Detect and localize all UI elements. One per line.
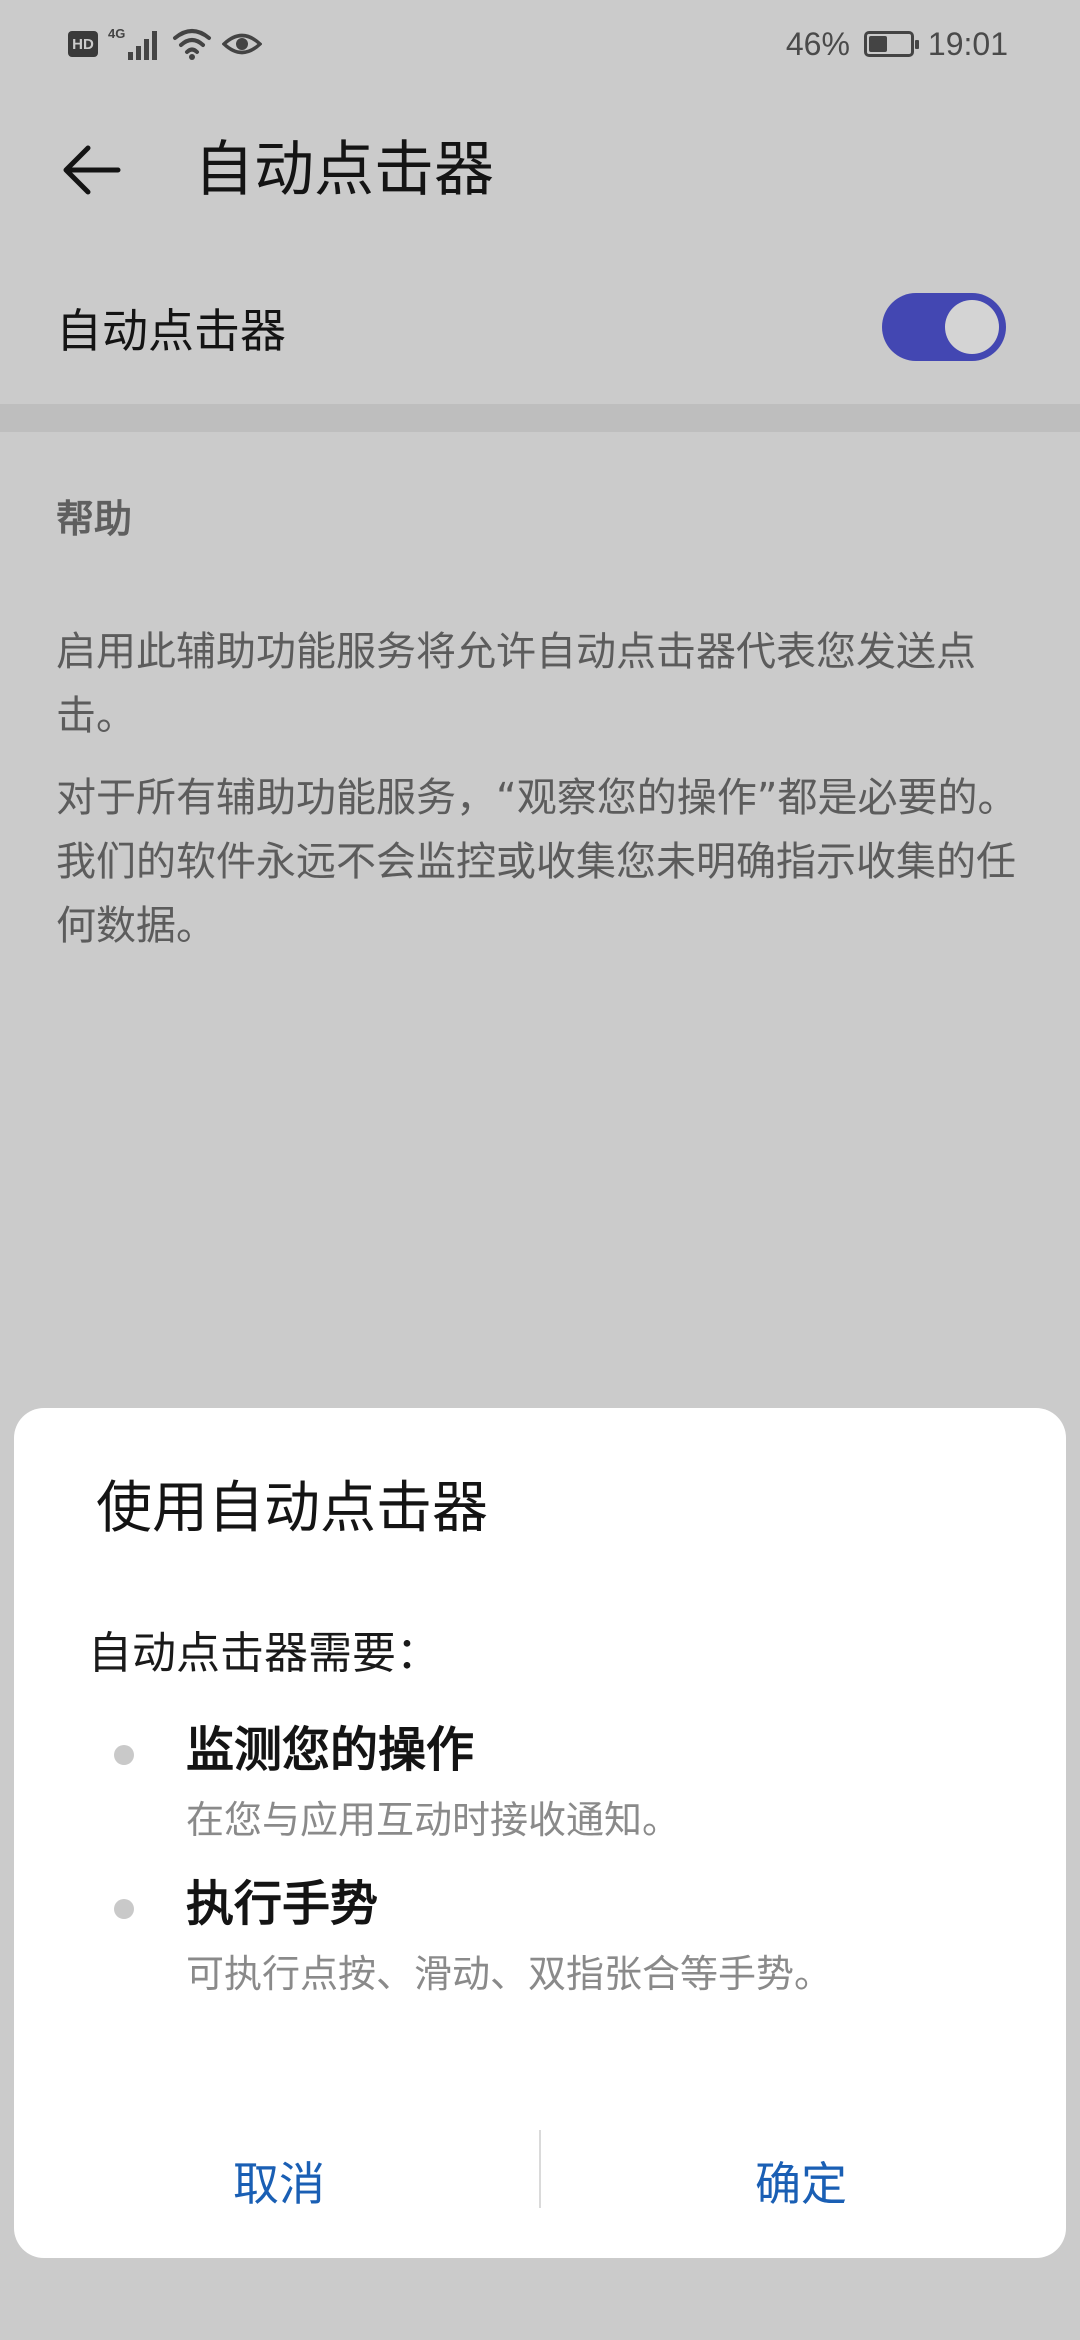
battery-level-fill bbox=[868, 36, 887, 52]
status-bar-left: HD 4G bbox=[68, 24, 262, 64]
section-divider bbox=[0, 404, 1080, 432]
dialog-actions: 取消 确定 bbox=[14, 2118, 1066, 2244]
back-button[interactable] bbox=[52, 130, 132, 210]
confirm-button[interactable]: 确定 bbox=[546, 2118, 1056, 2244]
help-header: 帮助 bbox=[56, 497, 133, 541]
arrow-left-icon bbox=[63, 145, 121, 195]
dialog-title: 使用自动点击器 bbox=[96, 1476, 488, 1541]
top-app-bar: 自动点击器 bbox=[0, 110, 1080, 230]
help-paragraph-2: 对于所有辅助功能服务，“观察您的操作”都是必要的。我们的软件永远不会监控或收集您… bbox=[56, 775, 1018, 949]
status-bar: HD 4G 46% 19:01 bbox=[0, 0, 1080, 90]
permission-title: 监测您的操作 bbox=[186, 1722, 475, 1778]
bullet-icon bbox=[114, 1899, 134, 1919]
switch-knob bbox=[945, 300, 999, 354]
service-toggle-label: 自动点击器 bbox=[56, 304, 286, 358]
service-toggle-row[interactable]: 自动点击器 bbox=[0, 270, 1080, 400]
battery-percent: 46% bbox=[785, 25, 850, 62]
wifi-icon bbox=[173, 29, 211, 60]
permission-description: 在您与应用互动时接收通知。 bbox=[186, 1798, 681, 1842]
permission-title: 执行手势 bbox=[186, 1876, 379, 1932]
eye-icon bbox=[222, 33, 262, 55]
clock: 19:01 bbox=[927, 25, 1008, 62]
network-type-text: 4G bbox=[108, 26, 125, 41]
button-separator bbox=[539, 2130, 541, 2208]
status-bar-right: 46% 19:01 bbox=[786, 24, 1008, 64]
page-title: 自动点击器 bbox=[194, 135, 494, 205]
battery-icon bbox=[863, 31, 919, 57]
cancel-button[interactable]: 取消 bbox=[24, 2118, 534, 2244]
dialog-intro: 自动点击器需要： bbox=[88, 1628, 440, 1679]
signal-icon: 4G bbox=[108, 26, 157, 60]
bullet-icon bbox=[114, 1745, 134, 1765]
service-toggle-switch[interactable] bbox=[882, 293, 1006, 361]
help-paragraph-1: 启用此辅助功能服务将允许自动点击器代表您发送点击。 bbox=[56, 629, 976, 739]
hd-icon: HD bbox=[68, 31, 98, 57]
permission-dialog: 使用自动点击器 自动点击器需要： 监测您的操作 在您与应用互动时接收通知。 执行… bbox=[14, 1408, 1066, 2258]
permission-description: 可执行点按、滑动、双指张合等手势。 bbox=[186, 1952, 833, 1996]
